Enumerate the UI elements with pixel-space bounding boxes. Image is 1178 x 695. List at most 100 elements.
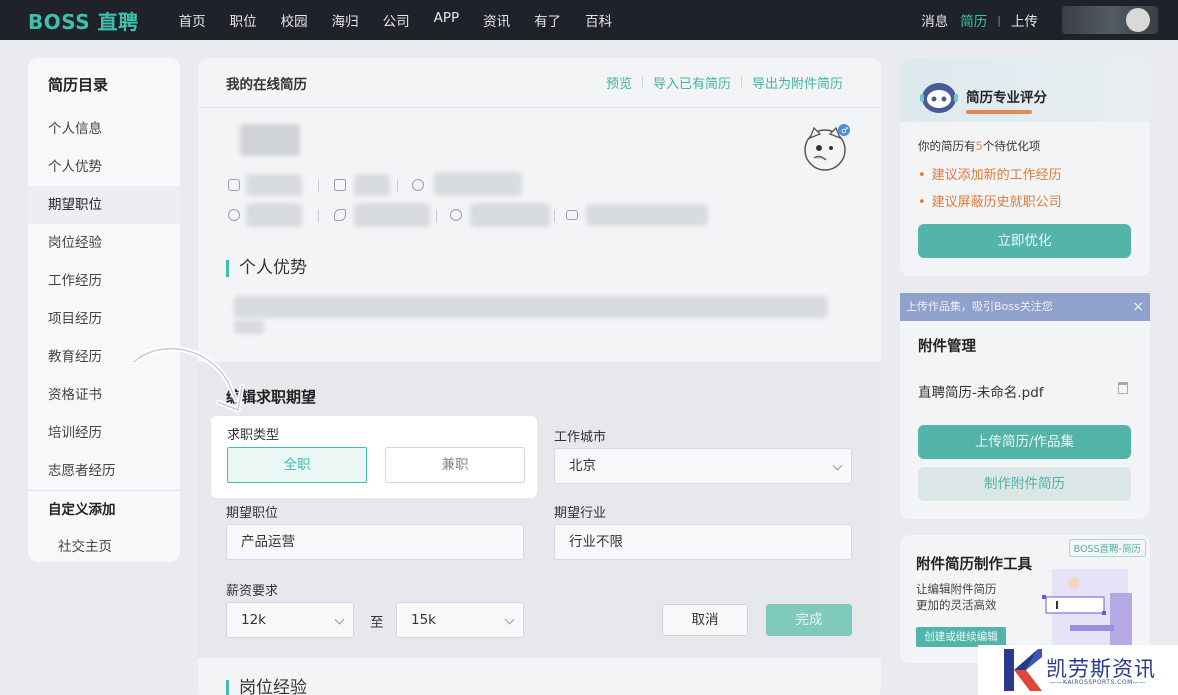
clock-icon: [228, 209, 240, 221]
cancel-button[interactable]: 取消: [662, 604, 748, 636]
trash-icon[interactable]: [1118, 382, 1128, 394]
education-icon: [334, 179, 346, 191]
info-separator: [318, 210, 319, 222]
score-suggestion[interactable]: 建议添加新的工作经历: [918, 164, 1062, 183]
nav-item-app[interactable]: APP: [422, 10, 472, 30]
main-actions: 预览 导入已有简历 导出为附件简历: [596, 73, 853, 92]
svg-text:♂: ♂: [841, 126, 848, 135]
sidebar-item-work-history[interactable]: 工作经历: [28, 262, 180, 300]
sidebar-item-volunteer[interactable]: 志愿者经历: [28, 452, 180, 490]
chevron-down-icon: [504, 614, 515, 625]
job-type-label: 求职类型: [227, 428, 280, 443]
cartoon-avatar-icon[interactable]: ♂: [800, 122, 850, 174]
nav-resume[interactable]: 简历: [954, 10, 993, 30]
sidebar-item-personal-info[interactable]: 个人信息: [28, 110, 180, 148]
salary-to-text: 至: [370, 615, 384, 631]
score-desc-prefix: 你的简历有: [918, 139, 976, 153]
mail-icon: [566, 210, 578, 220]
city-select[interactable]: 北京: [554, 448, 852, 484]
make-attachment-button[interactable]: 制作附件简历: [918, 467, 1131, 501]
nav-messages[interactable]: 消息: [915, 10, 954, 30]
edit-expectation-panel: 编辑求职期望 工作城市 北京 期望职位 产品运营 期望行业 行业不限 薪资要求 …: [198, 362, 881, 658]
profile-field-blurred: [470, 203, 550, 227]
nav-item-youle[interactable]: 有了: [522, 10, 573, 30]
salary-min-value: 12k: [241, 612, 266, 628]
info-separator: [318, 180, 319, 192]
optimize-now-button[interactable]: 立即优化: [918, 224, 1131, 258]
sidebar-item-position-experience[interactable]: 岗位经验: [28, 224, 180, 262]
main-header: 我的在线简历 预览 导入已有简历 导出为附件简历: [198, 58, 881, 108]
profile-field-blurred: [586, 204, 708, 226]
profile-name-blurred: [240, 124, 300, 156]
nav-separator: |: [997, 13, 1001, 27]
user-avatar[interactable]: [1062, 6, 1158, 34]
main-title: 我的在线简历: [226, 76, 307, 93]
export-attachment-link[interactable]: 导出为附件简历: [742, 73, 853, 92]
sidebar-item-expected-position[interactable]: 期望职位: [28, 186, 180, 224]
sidebar-custom-group[interactable]: 自定义添加: [28, 490, 180, 528]
portfolio-banner[interactable]: 上传作品集，吸引Boss关注您 ×: [900, 293, 1150, 321]
nav-item-wiki[interactable]: 百科: [573, 10, 624, 30]
resume-score-card: 简历专业评分 你的简历有5个待优化项 建议添加新的工作经历 建议屏蔽历史就职公司…: [900, 58, 1150, 276]
salary-label: 薪资要求: [226, 584, 279, 599]
profile-field-blurred: [246, 203, 302, 227]
nav-item-company[interactable]: 公司: [371, 10, 422, 30]
job-type-parttime-option[interactable]: 兼职: [385, 447, 525, 483]
profile-field-blurred: [434, 172, 522, 196]
sidebar-title: 简历目录: [48, 76, 109, 94]
section-personal-advantage: 个人优势: [226, 260, 307, 277]
tool-badge: BOSS直聘-简历: [1068, 539, 1146, 557]
sidebar-item-projects[interactable]: 项目经历: [28, 300, 180, 338]
city-label: 工作城市: [554, 430, 607, 445]
nav-item-overseas[interactable]: 海归: [320, 10, 371, 30]
nav-item-news[interactable]: 资讯: [471, 10, 522, 30]
advantage-text-blurred: [234, 320, 264, 334]
salary-max-value: 15k: [411, 612, 436, 628]
done-button[interactable]: 完成: [766, 604, 852, 636]
job-type-highlight: 求职类型 全职 兼职: [211, 416, 537, 498]
watermark: 凯劳斯资讯 ——KAIROSSPORTS.COM——: [978, 645, 1178, 695]
close-icon[interactable]: ×: [1132, 293, 1144, 321]
profile-field-blurred: [246, 174, 302, 196]
score-description: 你的简历有5个待优化项: [918, 138, 1040, 154]
resume-tool-card: BOSS直聘-简历 附件简历制作工具 让编辑附件简历 更加的灵活高效 创建或继续…: [900, 535, 1150, 663]
attachment-filename[interactable]: 直聘简历-未命名.pdf: [918, 381, 1044, 401]
resume-outline-sidebar: 简历目录 个人信息 个人优势 期望职位 岗位经验 工作经历 项目经历 教育经历 …: [28, 58, 180, 562]
score-suggestion[interactable]: 建议屏蔽历史就职公司: [918, 191, 1062, 210]
import-resume-link[interactable]: 导入已有简历: [643, 73, 741, 92]
score-count: 5: [975, 139, 983, 153]
job-type-fulltime-option[interactable]: 全职: [227, 447, 367, 483]
k-logo-icon: [1004, 649, 1042, 691]
nav-item-campus[interactable]: 校园: [269, 10, 320, 30]
score-progress-bar: [966, 110, 1058, 114]
phone-icon: [334, 209, 346, 221]
score-title: 简历专业评分: [966, 90, 1047, 106]
wechat-icon: [450, 209, 462, 221]
info-separator: [397, 180, 398, 192]
sidebar-item-social[interactable]: 社交主页: [28, 528, 180, 562]
position-input[interactable]: 产品运营: [226, 524, 524, 560]
salary-max-select[interactable]: 15k: [396, 602, 524, 638]
tool-desc-line: 更加的灵活高效: [916, 598, 997, 612]
chevron-down-icon: [832, 460, 843, 471]
nav-upload[interactable]: 上传: [1005, 10, 1044, 30]
nav-item-jobs[interactable]: 职位: [218, 10, 269, 30]
profile-field-blurred: [354, 203, 430, 227]
city-value: 北京: [569, 458, 596, 474]
robot-icon: [920, 83, 958, 113]
preview-link[interactable]: 预览: [596, 73, 642, 92]
score-progress-fill: [966, 110, 1033, 114]
nav-menu: 首页 职位 校园 海归 公司 APP 资讯 有了 百科: [167, 10, 625, 30]
sidebar-item-advantage[interactable]: 个人优势: [28, 148, 180, 186]
industry-input[interactable]: 行业不限: [554, 524, 852, 560]
salary-min-select[interactable]: 12k: [226, 602, 354, 638]
boss-logo[interactable]: BOSS 直聘: [28, 6, 139, 35]
attachment-card: 附件管理 直聘简历-未命名.pdf 上传简历/作品集 制作附件简历: [900, 321, 1150, 519]
nav-item-home[interactable]: 首页: [167, 10, 218, 30]
industry-label: 期望行业: [554, 506, 607, 521]
info-separator: [436, 210, 437, 222]
profile-field-blurred: [354, 174, 390, 196]
upload-resume-button[interactable]: 上传简历/作品集: [918, 425, 1131, 459]
tool-title: 附件简历制作工具: [916, 557, 1032, 573]
create-edit-button[interactable]: 创建或继续编辑: [916, 627, 1006, 647]
